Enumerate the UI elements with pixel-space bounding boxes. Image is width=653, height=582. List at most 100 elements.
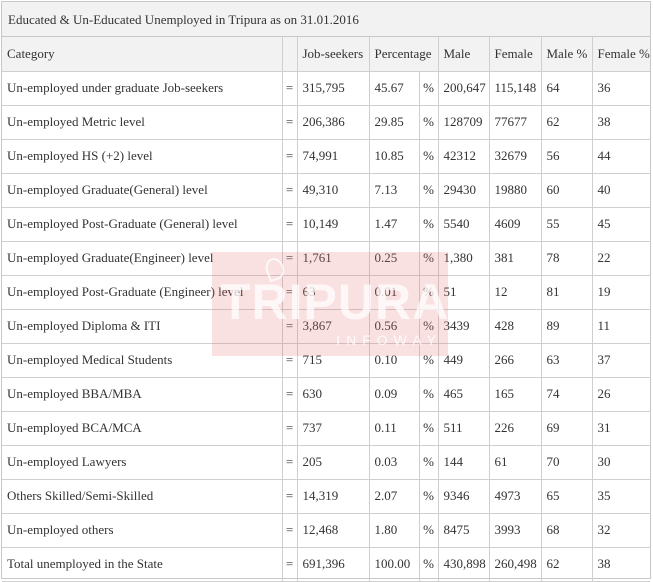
cell-male: 3439 — [437, 308, 490, 344]
table-row: Un-employed under graduate Job-seekers = 3… — [2, 70, 650, 106]
cell-female: 61 — [488, 444, 542, 480]
cell-percent-sign: % — [418, 70, 439, 106]
cell-male: 9346 — [437, 478, 490, 514]
cell-female: 266 — [488, 342, 542, 378]
cell-equals: = — [281, 342, 298, 378]
cell-category: Un-employed BBA/MBA — [2, 376, 283, 412]
cell-category: Un-employed Graduate(Engineer) level — [2, 240, 283, 276]
cell-job-seekers: 206,386 — [296, 104, 370, 140]
cell-male-pct: 70 — [540, 444, 593, 480]
cell-female: 165 — [488, 376, 542, 412]
cell-female: 19880 — [488, 172, 542, 208]
cell-male: 200,647 — [437, 70, 490, 106]
cell-female-pct: 19 — [591, 274, 650, 310]
cell-female: 32679 — [488, 138, 542, 174]
cell-job-seekers: 691,396 — [296, 546, 370, 582]
cell-male-pct: 60 — [540, 172, 593, 208]
cell-female-pct: 32 — [591, 512, 650, 548]
cell-category: Un-employed Medical Students — [2, 342, 283, 378]
cell-male-pct: 89 — [540, 308, 593, 344]
cell-percentage: 0.25 — [368, 240, 420, 276]
cell-male: 42312 — [437, 138, 490, 174]
table-row: Un-employed BBA/MBA = 630 0.09% 465 165 74 26 — [2, 376, 650, 412]
cell-job-seekers: 1,761 — [296, 240, 370, 276]
cell-job-seekers: 10,149 — [296, 206, 370, 242]
cell-category: Un-employed Metric level — [2, 104, 283, 140]
table-title: Educated & Un-Educated Unemployed in Tri… — [2, 2, 650, 37]
cell-male-pct: 64 — [540, 70, 593, 106]
cell-percent-sign: % — [418, 444, 439, 480]
cell-female-pct: 11 — [591, 308, 650, 344]
cell-equals: = — [281, 104, 298, 140]
cell-percent-sign: % — [418, 410, 439, 446]
table-row: Un-employed Graduate(Engineer) level = 1,7… — [2, 240, 650, 276]
cell-job-seekers: 315,795 — [296, 70, 370, 106]
cell-percentage: 0.10 — [368, 342, 420, 378]
cell-category: Un-employed Lawyers — [2, 444, 283, 480]
cell-female-pct: 44 — [591, 138, 650, 174]
cell-percentage: 29.85 — [368, 104, 420, 140]
cell-job-seekers: 3,867 — [296, 308, 370, 344]
table-row: Un-employed others = 12,468 1.80% 8475 3993 68… — [2, 512, 650, 548]
table-row: Un-employed Metric level = 206,386 29.85% 12… — [2, 104, 650, 140]
cell-percentage: 1.80 — [368, 512, 420, 548]
cell-male: 5540 — [437, 206, 490, 242]
cell-category: Un-employed Post-Graduate (General) leve… — [2, 206, 283, 242]
header-male: Male — [437, 37, 490, 72]
cell-female: 12 — [488, 274, 542, 310]
cell-male-pct: 56 — [540, 138, 593, 174]
cell-percent-sign: % — [418, 546, 439, 582]
cell-percentage: 0.11 — [368, 410, 420, 446]
cell-percentage: 0.56 — [368, 308, 420, 344]
header-female: Female — [488, 37, 542, 72]
cell-male-pct: 63 — [540, 342, 593, 378]
cell-male: 51 — [437, 274, 490, 310]
cell-female: 4973 — [488, 478, 542, 514]
cell-percent-sign: % — [418, 240, 439, 276]
cell-male: 8475 — [437, 512, 490, 548]
cell-female: 381 — [488, 240, 542, 276]
cell-female-pct: 38 — [591, 104, 650, 140]
cell-job-seekers: 205 — [296, 444, 370, 480]
cell-female: 77677 — [488, 104, 542, 140]
cell-male-pct: 78 — [540, 240, 593, 276]
cell-job-seekers: 12,468 — [296, 512, 370, 548]
table-row: Un-employed Lawyers = 205 0.03% 144 61 70 30 — [2, 444, 650, 480]
cell-category: Un-employed under graduate Job-seekers — [2, 70, 283, 106]
cell-male-pct: 65 — [540, 478, 593, 514]
cell-male: 511 — [437, 410, 490, 446]
cell-female-pct: 36 — [591, 70, 650, 106]
header-job-seekers: Job-seekers — [296, 37, 370, 72]
cell-percentage: 2.07 — [368, 478, 420, 514]
cell-job-seekers: 715 — [296, 342, 370, 378]
cell-category: Others Skilled/Semi-Skilled — [2, 478, 283, 514]
cell-category: Un-employed others — [2, 512, 283, 548]
cell-equals: = — [281, 308, 298, 344]
unemployment-table: Category Job-seekers Percentage Male Fem… — [2, 37, 650, 582]
cell-percent-sign: % — [418, 274, 439, 310]
cell-job-seekers: 630 — [296, 376, 370, 412]
cell-female: 260,498 — [488, 546, 542, 582]
cell-male: 430,898 — [437, 546, 490, 582]
cell-equals: = — [281, 172, 298, 208]
cell-female: 428 — [488, 308, 542, 344]
cell-female-pct: 22 — [591, 240, 650, 276]
cell-male: 144 — [437, 444, 490, 480]
table-row: Un-employed BCA/MCA = 737 0.11% 511 226 69 31 — [2, 410, 650, 446]
cell-category: Total unemployed in the State — [2, 546, 283, 582]
cell-category: Un-employed Diploma & ITI — [2, 308, 283, 344]
cell-equals: = — [281, 274, 298, 310]
cell-category: Un-employed Post-Graduate (Engineer) lev… — [2, 274, 283, 310]
cell-equals: = — [281, 376, 298, 412]
cell-percentage: 0.03 — [368, 444, 420, 480]
cell-percentage: 0.09 — [368, 376, 420, 412]
header-category: Category — [2, 37, 283, 72]
cell-male: 1,380 — [437, 240, 490, 276]
cell-male: 29430 — [437, 172, 490, 208]
cell-female-pct: 38 — [591, 546, 650, 582]
cell-male-pct: 81 — [540, 274, 593, 310]
table-row: Un-employed Diploma & ITI = 3,867 0.56% 3439… — [2, 308, 650, 344]
header-female-pct: Female % — [591, 37, 650, 72]
cell-category: Un-employed Graduate(General) level — [2, 172, 283, 208]
cell-job-seekers: 737 — [296, 410, 370, 446]
